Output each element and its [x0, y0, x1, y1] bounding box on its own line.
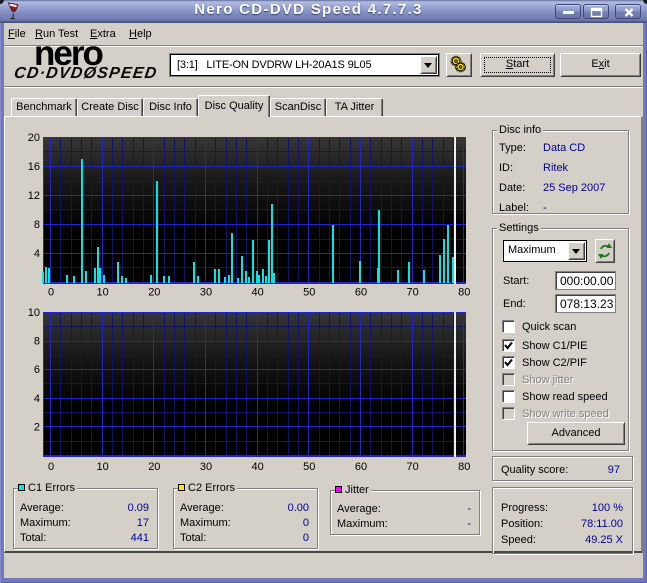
svg-text:8: 8 [34, 219, 40, 231]
svg-text:30: 30 [200, 461, 212, 473]
svg-text:6: 6 [34, 364, 40, 376]
svg-text:40: 40 [252, 461, 264, 473]
svg-text:60: 60 [355, 461, 367, 473]
svg-text:40: 40 [252, 287, 264, 299]
svg-text:8: 8 [34, 336, 40, 348]
svg-text:16: 16 [28, 161, 40, 173]
svg-text:4: 4 [34, 393, 40, 405]
svg-text:20: 20 [148, 461, 160, 473]
svg-text:50: 50 [303, 287, 315, 299]
svg-text:70: 70 [406, 461, 418, 473]
svg-text:10: 10 [97, 461, 109, 473]
svg-text:80: 80 [458, 461, 470, 473]
svg-text:80: 80 [458, 287, 470, 299]
svg-text:4: 4 [34, 248, 40, 260]
svg-text:20: 20 [28, 132, 40, 144]
svg-text:2: 2 [34, 421, 40, 433]
svg-text:50: 50 [303, 461, 315, 473]
svg-text:70: 70 [406, 287, 418, 299]
svg-text:10: 10 [97, 287, 109, 299]
svg-text:20: 20 [148, 287, 160, 299]
svg-text:12: 12 [28, 190, 40, 202]
svg-text:0: 0 [48, 461, 54, 473]
svg-text:30: 30 [200, 287, 212, 299]
svg-text:60: 60 [355, 287, 367, 299]
svg-text:0: 0 [48, 287, 54, 299]
svg-text:10: 10 [28, 307, 40, 319]
